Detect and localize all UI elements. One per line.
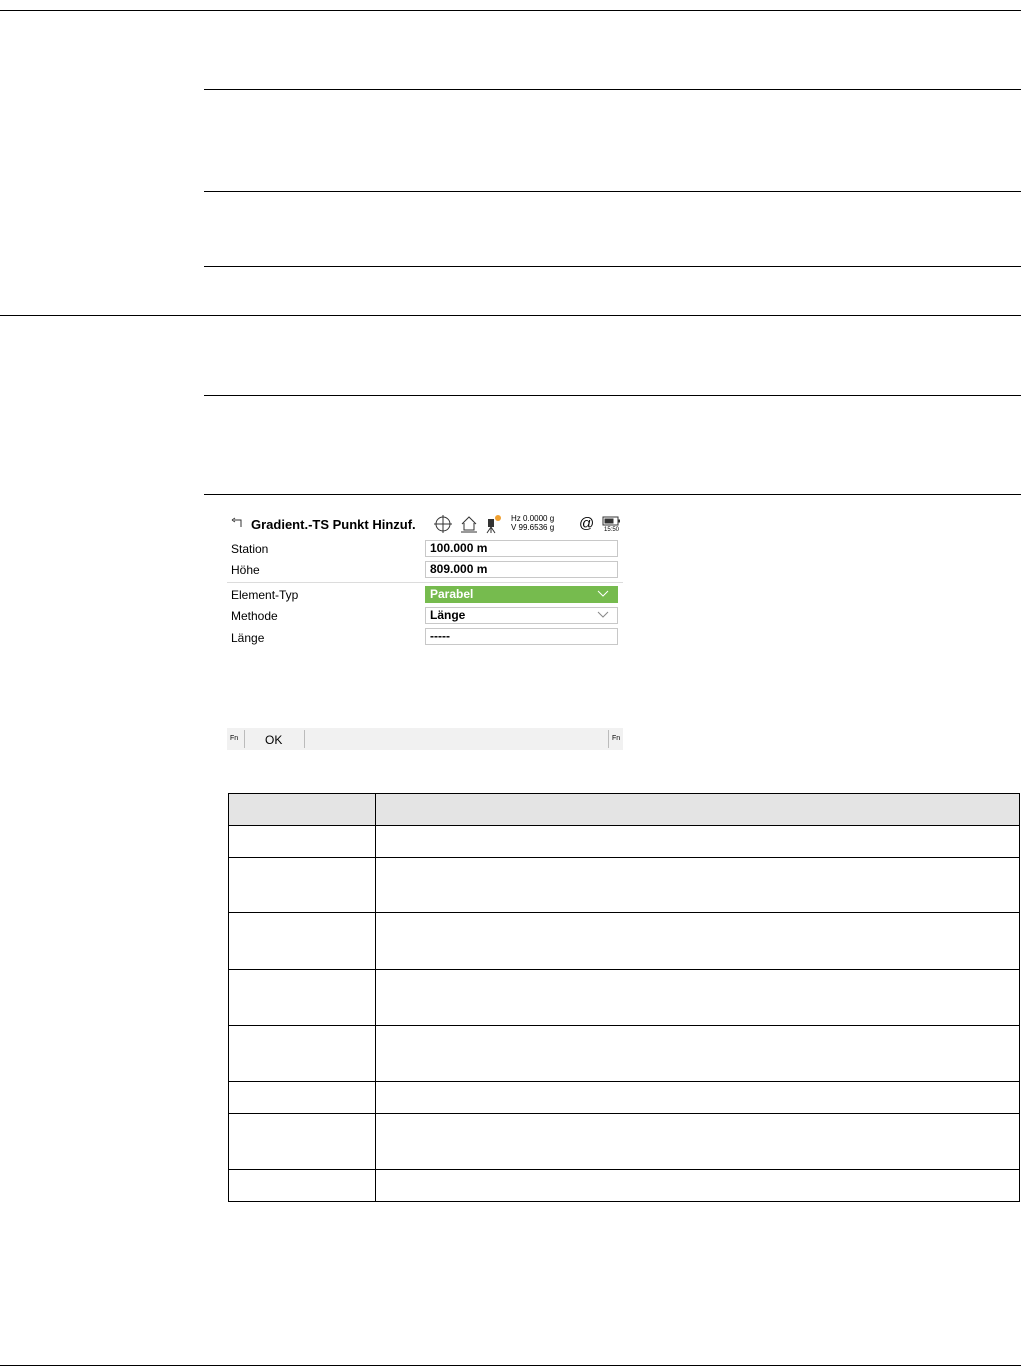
at-icon[interactable]: @ [579,515,594,532]
method-select[interactable]: Länge [425,607,618,624]
fn-key-left[interactable]: Fn [230,735,238,742]
table-cell [375,825,1020,858]
table-header-cell [375,793,1020,826]
table-cell [375,1081,1020,1114]
table-cell [228,1169,376,1202]
page-rule-bottom [0,1365,1021,1366]
softkey-bar: Fn OK Fn [227,728,623,750]
section-rule [204,494,1021,495]
table-row [228,1025,1020,1082]
method-value: Länge [430,608,466,622]
length-field[interactable]: ----- [425,628,618,645]
table-cell [228,912,376,970]
table-cell [375,912,1020,970]
station-label: Station [231,542,269,556]
section-rule [204,89,1021,90]
instrument-icon[interactable] [483,514,503,534]
element-type-label: Element-Typ [231,588,299,602]
height-field[interactable]: 809.000 m [425,561,618,578]
divider [227,582,623,583]
title-bar: Gradient.-TS Punkt Hinzuf. Hz 0.0000 g V… [227,511,623,537]
table-row [228,1113,1020,1170]
table-cell [375,857,1020,913]
table-cell [228,857,376,913]
page-rule-top [0,10,1021,11]
table-row [228,825,1020,858]
table-cell [375,1169,1020,1202]
divider [608,730,609,748]
table-cell [228,1081,376,1114]
table-cell [228,825,376,858]
table-row [228,969,1020,1026]
table-cell [375,1113,1020,1170]
divider [244,730,245,748]
divider [304,730,305,748]
chevron-down-icon [597,611,609,618]
table-row [228,912,1020,970]
table-cell [228,1113,376,1170]
clock: 15:50 [604,527,620,533]
screen-title: Gradient.-TS Punkt Hinzuf. [251,517,416,532]
page-rule-middle [0,315,1021,316]
table-row [228,1169,1020,1202]
fn-key-right[interactable]: Fn [612,735,620,742]
height-label: Höhe [231,563,260,577]
table-header-cell [228,793,376,826]
table-row [228,857,1020,913]
table-cell [228,969,376,1026]
hz-reading: Hz 0.0000 g [511,514,555,523]
description-table [228,793,1020,1202]
instrument-screen: Gradient.-TS Punkt Hinzuf. Hz 0.0000 g V… [227,511,623,751]
section-rule [204,191,1021,192]
section-rule [204,395,1021,396]
length-label: Länge [231,631,265,645]
chevron-down-icon [597,590,609,597]
table-cell [375,1025,1020,1082]
table-header-row [228,793,1020,826]
section-rule [204,266,1021,267]
back-icon[interactable] [231,517,243,529]
table-cell [375,969,1020,1026]
element-type-value: Parabel [430,587,474,601]
angle-readout: Hz 0.0000 g V 99.6536 g [511,514,554,532]
home-icon[interactable] [459,514,479,534]
element-type-select[interactable]: Parabel [425,586,618,603]
v-reading: V 99.6536 g [511,523,555,532]
station-field[interactable]: 100.000 m [425,540,618,557]
table-row [228,1081,1020,1114]
ok-button[interactable]: OK [265,733,282,747]
crosshair-icon[interactable] [433,514,453,534]
method-label: Methode [231,609,278,623]
table-cell [228,1025,376,1082]
